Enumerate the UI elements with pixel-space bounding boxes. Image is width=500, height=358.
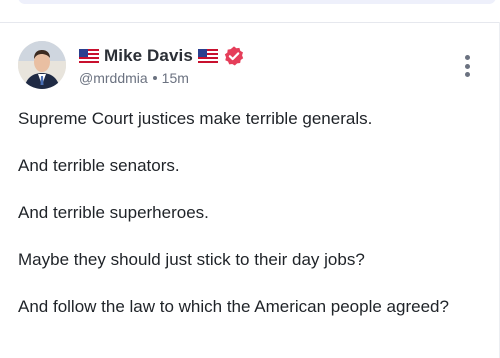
post-paragraph: Supreme Court justices make terrible gen… <box>18 109 373 128</box>
author-display-name[interactable]: Mike Davis <box>104 46 193 66</box>
more-options-button[interactable] <box>456 53 478 79</box>
post-paragraph: And terrible senators. <box>18 156 180 175</box>
us-flag-icon <box>197 49 218 63</box>
post-paragraph: And terrible superheroes. <box>18 203 209 222</box>
post-timestamp[interactable]: 15m <box>162 70 189 86</box>
previous-post-footer <box>0 0 500 23</box>
author-meta-row: @mrddmia 15m <box>79 68 189 88</box>
verified-badge-icon <box>223 45 245 67</box>
post-text: Supreme Court justices make terrible gen… <box>18 107 468 342</box>
post-card[interactable]: Mike Davis @mrddmia 15m Supreme Court ju… <box>0 23 499 358</box>
more-dot-icon <box>464 55 470 60</box>
previous-post-action-bar <box>18 0 496 4</box>
author-avatar[interactable] <box>18 41 66 89</box>
post-paragraph: Maybe they should just stick to their da… <box>18 250 365 269</box>
more-dot-icon <box>464 63 470 69</box>
separator-dot <box>152 76 157 80</box>
author-name-row: Mike Davis <box>79 44 245 68</box>
author-handle[interactable]: @mrddmia <box>79 70 148 86</box>
more-dot-icon <box>464 72 470 77</box>
us-flag-icon <box>79 49 99 63</box>
post-paragraph: And follow the law to which the American… <box>18 297 449 316</box>
